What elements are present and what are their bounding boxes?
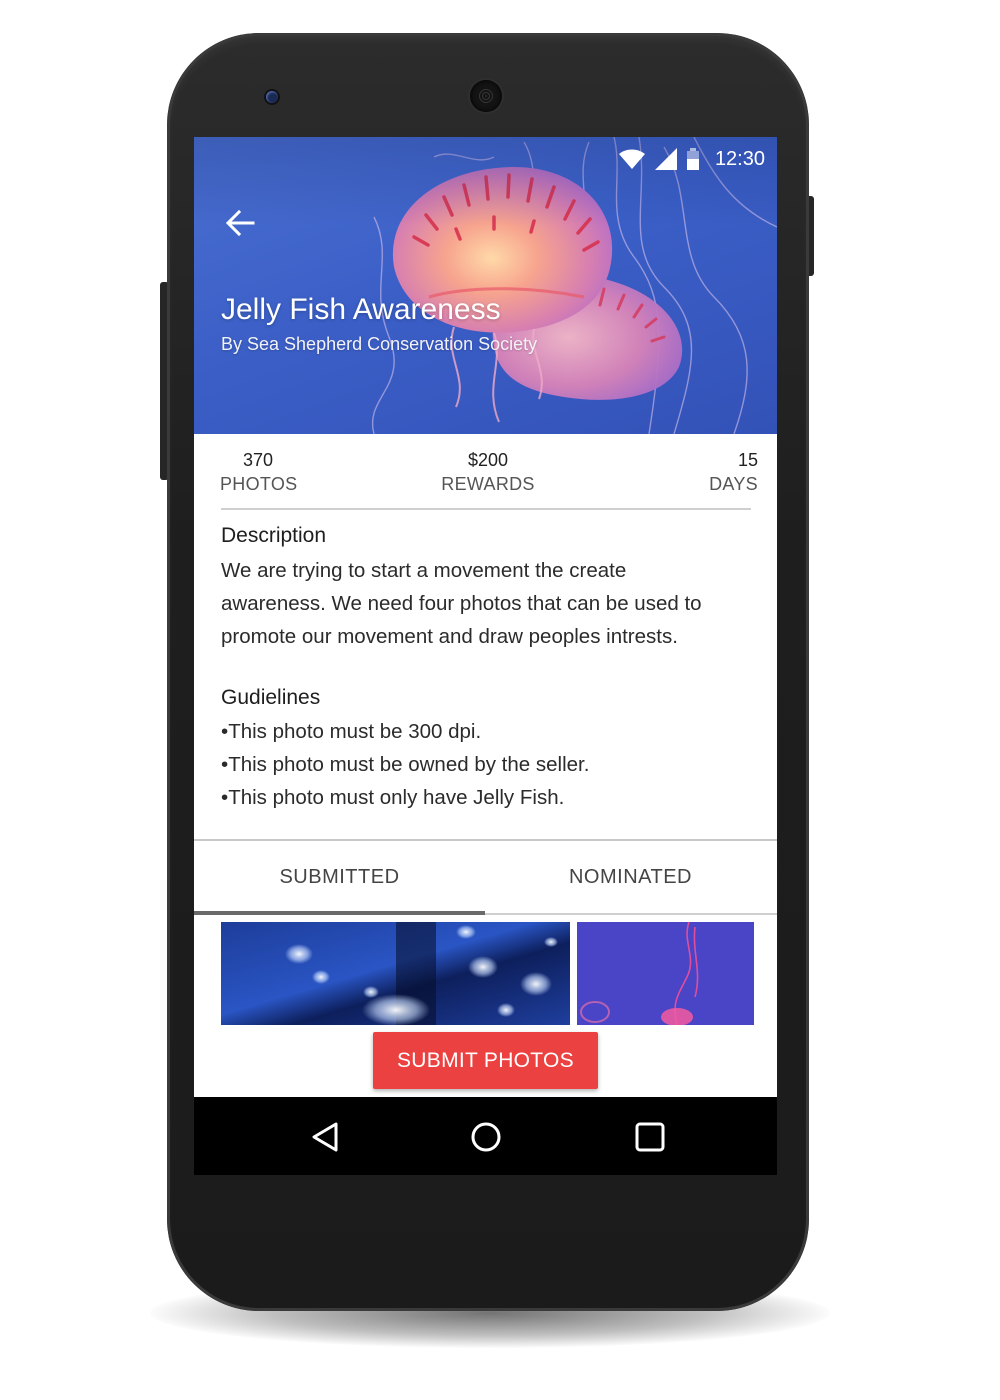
guideline-text: This photo must be 300 dpi. [228, 720, 482, 743]
stat-value: 370 [242, 450, 274, 470]
battery-icon [686, 148, 699, 170]
back-button[interactable] [220, 203, 260, 243]
divider [221, 508, 751, 510]
description-line: awareness. We need four photos that can … [221, 592, 702, 615]
recents-square-icon [635, 1122, 665, 1152]
earpiece-speaker-icon [470, 80, 502, 112]
arrow-left-icon [225, 209, 255, 237]
guidelines-heading: Gudielines [221, 686, 321, 709]
description-text: We are trying to start a movement the cr… [221, 554, 761, 653]
guideline-item: This photo must be 300 dpi. [221, 715, 589, 748]
stat-days[interactable]: 15 DAYS [698, 450, 758, 495]
stat-label: PHOTOS [220, 474, 298, 494]
nav-recents-button[interactable] [629, 1116, 671, 1158]
stat-photos[interactable]: 370 PHOTOS [220, 450, 298, 495]
submit-photos-button[interactable]: SUBMIT PHOTOS [373, 1032, 598, 1089]
stat-rewards[interactable]: $200 REWARDS [434, 450, 542, 495]
tab-nominated[interactable]: NOMINATED [485, 841, 776, 913]
tab-submitted[interactable]: SUBMITTED [194, 841, 485, 913]
stat-label: DAYS [709, 474, 758, 494]
active-tab-indicator [194, 911, 485, 915]
jellyfish-hero-image [194, 137, 777, 434]
guideline-text: This photo must be owned by the seller. [228, 753, 590, 776]
signal-icon [654, 148, 677, 170]
hero-header: 12:30 Jelly Fish Awareness By Sea Shephe… [194, 137, 777, 434]
status-time: 12:30 [714, 147, 765, 170]
page-subtitle: By Sea Shepherd Conservation Society [221, 334, 538, 354]
system-navigation-bar [194, 1097, 777, 1175]
page-title: Jelly Fish Awareness [221, 293, 501, 326]
jellyfish-single-photo [577, 922, 754, 1025]
stat-value: $200 [467, 450, 509, 470]
submitted-photo-thumbnail[interactable] [577, 922, 754, 1025]
submitted-photo-thumbnail[interactable] [221, 922, 570, 1025]
nav-home-button[interactable] [465, 1116, 507, 1158]
stat-label: REWARDS [441, 474, 535, 494]
status-bar: 12:30 [618, 143, 765, 175]
guideline-item: This photo must be owned by the seller. [221, 748, 589, 781]
front-camera-icon [266, 91, 278, 103]
guideline-item: This photo must only have Jelly Fish. [221, 781, 589, 814]
nav-back-button[interactable] [304, 1116, 346, 1158]
guideline-text: This photo must only have Jelly Fish. [228, 786, 565, 809]
guidelines-list: This photo must be 300 dpi. This photo m… [221, 715, 589, 814]
app-screen: 12:30 Jelly Fish Awareness By Sea Shephe… [194, 137, 777, 1175]
description-line: We are trying to start a movement the cr… [221, 559, 627, 582]
description-line: promote our movement and draw peoples in… [221, 625, 678, 648]
wifi-icon [618, 149, 645, 169]
stat-value: 15 [737, 450, 758, 470]
jellyfish-group-photo [221, 922, 570, 1025]
home-circle-icon [471, 1122, 501, 1152]
description-heading: Description [221, 524, 327, 547]
back-triangle-icon [312, 1122, 338, 1152]
